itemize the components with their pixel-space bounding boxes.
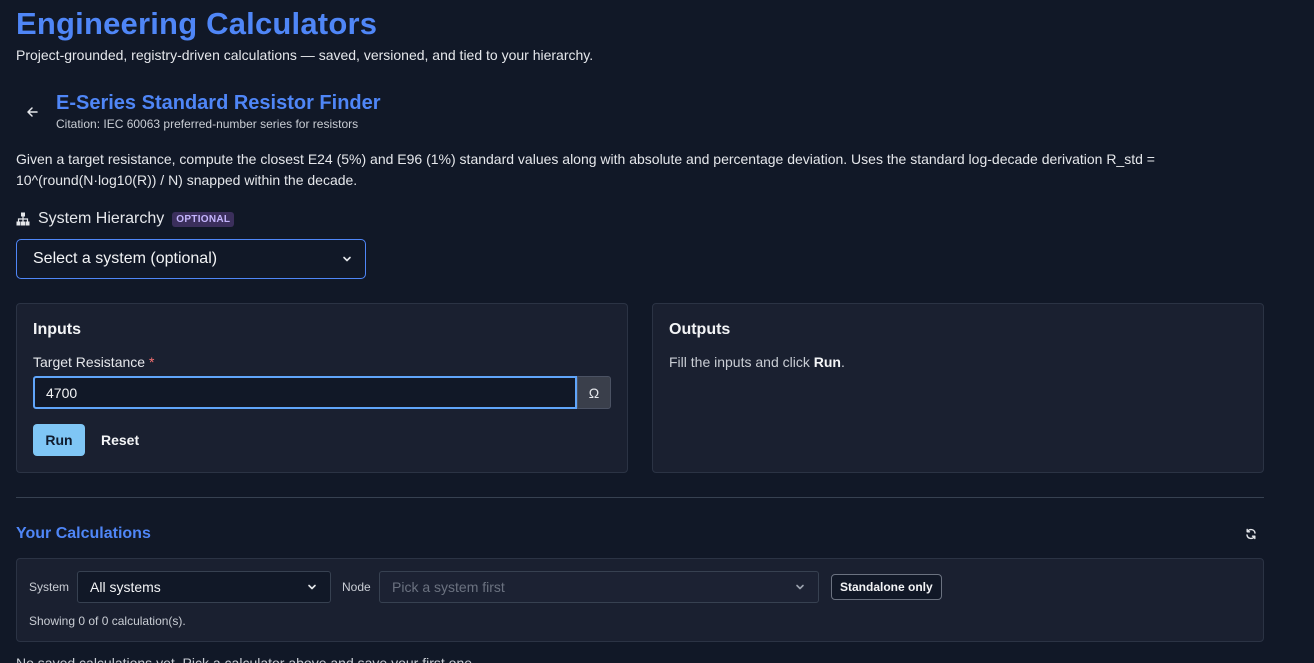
outputs-message-prefix: Fill the inputs and click xyxy=(669,354,814,370)
system-filter-label: System xyxy=(29,580,70,594)
outputs-message-suffix: . xyxy=(840,354,845,370)
unit-addon: Ω xyxy=(577,376,611,409)
outputs-title: Outputs xyxy=(669,321,731,338)
section-divider xyxy=(16,497,1264,498)
system-hierarchy-label: System Hierarchy xyxy=(38,210,165,227)
page-title: Engineering Calculators xyxy=(16,6,378,41)
page: Engineering Calculators Project-grounded… xyxy=(0,0,1314,663)
outputs-message-run: Run xyxy=(813,354,841,370)
calculations-count: Showing 0 of 0 calculation(s). xyxy=(29,614,186,628)
outputs-placeholder-message: Fill the inputs and click Run. xyxy=(669,354,845,370)
chevron-down-icon xyxy=(343,256,351,262)
target-resistance-value: 4700 xyxy=(46,384,78,401)
optional-badge: OPTIONAL xyxy=(172,211,235,227)
target-resistance-input[interactable]: 4700 xyxy=(33,376,577,409)
chevron-down-icon xyxy=(308,584,316,590)
inputs-card: Inputs Target Resistance * 4700 Ω Run Re… xyxy=(16,303,628,473)
reset-button[interactable]: Reset xyxy=(101,424,139,456)
your-calculations-title: Your Calculations xyxy=(16,525,151,542)
inputs-title: Inputs xyxy=(33,321,81,338)
calculations-filter-card: System All systems Node Pick a system fi… xyxy=(16,558,1264,642)
calculator-title: E-Series Standard Resistor Finder xyxy=(56,92,381,114)
system-hierarchy-header: System Hierarchy OPTIONAL xyxy=(16,209,235,229)
outputs-card: Outputs Fill the inputs and click Run. xyxy=(652,303,1264,473)
node-filter-placeholder: Pick a system first xyxy=(392,579,505,595)
system-filter-select[interactable]: All systems xyxy=(77,571,331,603)
back-button[interactable] xyxy=(20,101,44,123)
refresh-icon xyxy=(1246,528,1256,540)
required-marker: * xyxy=(148,354,155,370)
system-filter-value: All systems xyxy=(90,579,161,595)
calculator-citation: Citation: IEC 60063 preferred-number ser… xyxy=(56,117,359,131)
node-filter-select[interactable]: Pick a system first xyxy=(379,571,819,603)
target-resistance-label-text: Target Resistance xyxy=(33,354,146,370)
chevron-down-icon xyxy=(796,584,804,590)
system-select-value: Select a system (optional) xyxy=(33,250,218,267)
target-resistance-label: Target Resistance * xyxy=(33,354,154,370)
standalone-only-toggle[interactable]: Standalone only xyxy=(831,574,942,600)
node-filter-label: Node xyxy=(342,580,371,594)
system-select[interactable]: Select a system (optional) xyxy=(16,239,366,279)
arrow-left-icon xyxy=(27,107,38,117)
sitemap-icon xyxy=(16,212,30,226)
refresh-button[interactable] xyxy=(1244,527,1258,541)
empty-calculations-message: No saved calculations yet. Pick a calcul… xyxy=(16,655,476,663)
page-subtitle: Project-grounded, registry-driven calcul… xyxy=(16,47,594,63)
calculator-description: Given a target resistance, compute the c… xyxy=(16,151,1155,188)
run-button[interactable]: Run xyxy=(33,424,85,456)
